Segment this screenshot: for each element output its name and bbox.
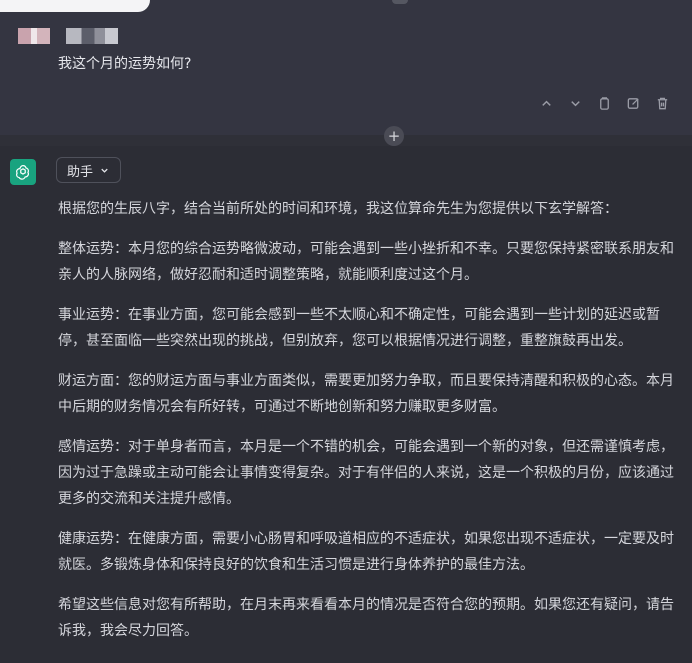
response-paragraph: 希望这些信息对您有所帮助，在月末再来看看本月的情况是否符合您的预期。如果您还有疑… [58, 597, 674, 639]
top-edge-shape [0, 0, 150, 12]
assistant-logo-icon [10, 159, 36, 185]
user-avatar [18, 28, 50, 44]
role-dropdown-label: 助手 [67, 164, 94, 180]
response-paragraph: 感情运势：对于单身者而言，本月是一个不错的机会，可能会遇到一个新的对象，但还需谨… [58, 439, 674, 507]
role-dropdown[interactable]: 助手 [56, 157, 122, 183]
user-message-text: 我这个月的运势如何? [58, 56, 192, 72]
user-name-redacted [66, 28, 118, 44]
top-indicator [392, 0, 408, 4]
chevron-down-icon [101, 168, 108, 173]
response-paragraph: 健康运势：在健康方面，需要小心肠胃和呼吸道相应的不适症状，如果您出现不适症状，一… [58, 531, 674, 573]
response-paragraph: 财运方面：您的财运方面与事业方面类似，需要更加努力争取，而且要保持清醒和积极的心… [58, 373, 674, 415]
copy-icon[interactable] [597, 96, 612, 111]
response-paragraph: 事业运势：在事业方面，您可能会感到一些不太顺心和不确定性，可能会遇到一些计划的延… [58, 307, 660, 349]
message-actions [539, 96, 670, 111]
insert-message-plus-icon[interactable]: + [384, 126, 404, 146]
response-paragraph: 根据您的生辰八字，结合当前所处的时间和环境，我这位算命先生为您提供以下玄学解答： [58, 201, 618, 217]
trash-icon[interactable] [655, 96, 670, 111]
assistant-response: 根据您的生辰八字，结合当前所处的时间和环境，我这位算命先生为您提供以下玄学解答：… [58, 196, 678, 658]
chevron-down-icon[interactable] [568, 96, 583, 111]
response-paragraph: 整体运势：本月您的综合运势略微波动，可能会遇到一些小挫折和不幸。只要您保持紧密联… [58, 241, 674, 283]
user-message-block: 我这个月的运势如何? [0, 0, 692, 135]
edit-icon[interactable] [626, 96, 641, 111]
chevron-up-icon[interactable] [539, 96, 554, 111]
